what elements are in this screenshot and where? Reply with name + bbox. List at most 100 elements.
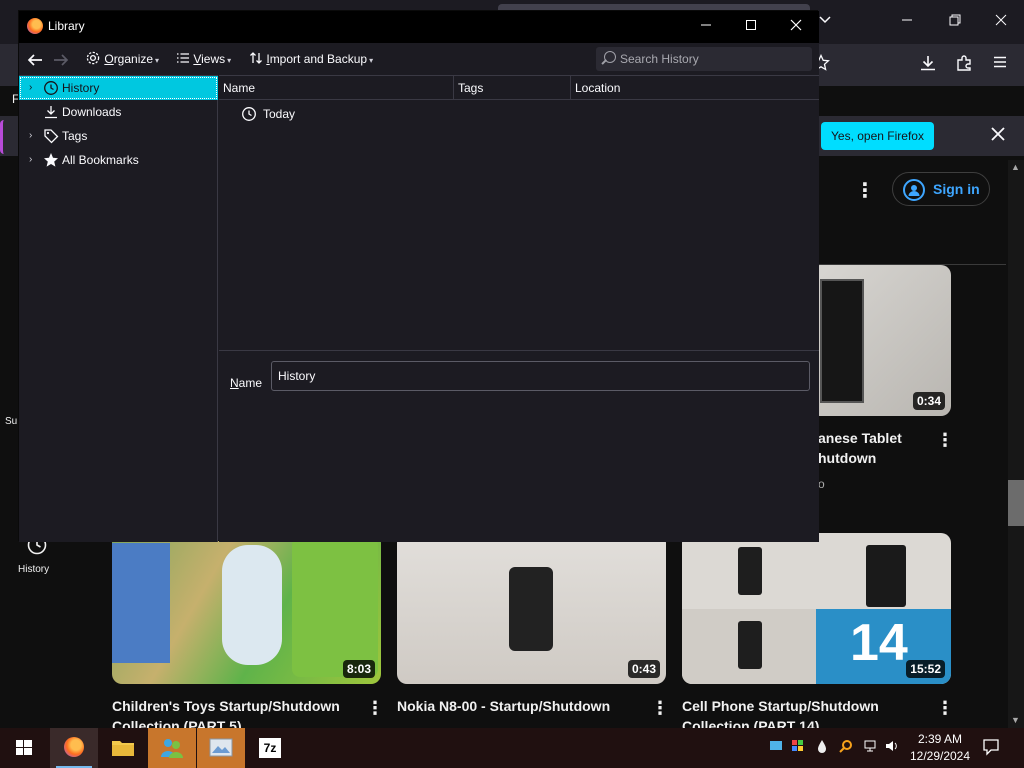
expand-twisty-icon[interactable]: › [29, 76, 32, 100]
taskbar-people-app[interactable] [148, 728, 196, 768]
video-thumbnail[interactable]: 0:34 [810, 265, 951, 416]
tree-item-history[interactable]: › History [19, 76, 218, 100]
clock-icon [44, 81, 58, 95]
tray-display-icon[interactable] [768, 739, 784, 755]
tree-item-all-bookmarks[interactable]: › All Bookmarks [19, 148, 218, 172]
download-icon [45, 106, 57, 119]
taskbar-firefox[interactable] [50, 728, 98, 768]
toy-box-image [112, 543, 170, 663]
scroll-down-arrow-icon[interactable]: ▼ [1011, 715, 1020, 725]
library-maximize-button[interactable] [728, 11, 774, 43]
firefox-restore-button[interactable] [932, 8, 978, 36]
back-button[interactable] [26, 49, 44, 75]
video-thumbnail[interactable]: 8:03 [112, 533, 381, 684]
toy-laptop-image [292, 537, 378, 677]
notification-close-icon[interactable] [990, 126, 1006, 146]
video-duration: 15:52 [906, 660, 945, 678]
column-header-location[interactable]: Location [571, 76, 819, 100]
tab-list-chevron-icon[interactable] [818, 12, 836, 30]
downloads-icon[interactable] [916, 54, 940, 76]
sidebar-history-label: History [18, 564, 50, 575]
hamburger-menu-icon[interactable] [988, 54, 1012, 76]
sidebar-subscriptions-partial[interactable]: Su [5, 416, 17, 427]
forward-button[interactable] [52, 49, 70, 75]
video-title-line: Nokia N8-00 - Startup/Shutdown [397, 698, 611, 714]
yes-open-firefox-button[interactable]: Yes, open Firefox [821, 122, 934, 150]
column-header-name[interactable]: Name [219, 76, 454, 100]
firefox-icon [64, 737, 84, 757]
chevron-down-icon: ▾ [155, 56, 160, 65]
column-header-tags[interactable]: Tags [454, 76, 571, 100]
name-field[interactable] [271, 361, 810, 391]
tray-network-icon[interactable] [862, 739, 878, 755]
gear-icon [86, 51, 100, 65]
firefox-minimize-button[interactable] [884, 8, 930, 36]
organize-menu-button[interactable]: Organize ▾ [85, 49, 159, 71]
firefox-logo-icon [27, 18, 43, 34]
video-thumbnail[interactable]: 0:43 [397, 533, 666, 684]
start-button[interactable] [0, 728, 48, 768]
search-history-box[interactable] [596, 47, 812, 71]
expand-twisty-icon[interactable]: › [29, 124, 32, 148]
video-title[interactable]: Nokia N8-00 - Startup/Shutdown [397, 696, 647, 716]
library-title: Library [48, 19, 85, 33]
phone-image [866, 545, 906, 607]
views-accesskey: V [193, 52, 202, 66]
import-backup-menu-button[interactable]: Import and Backup ▾ [249, 49, 373, 71]
firefox-close-button[interactable] [978, 8, 1024, 36]
clock-time: 2:39 AM [917, 732, 963, 746]
library-close-button[interactable] [773, 11, 819, 43]
phone-image [738, 547, 762, 595]
tray-shield-icon[interactable] [790, 739, 806, 755]
video-menu-icon[interactable]: ⋮ [651, 698, 669, 719]
tray-search-icon[interactable] [838, 739, 854, 755]
library-title-bar[interactable]: Library [19, 11, 819, 43]
history-list[interactable]: Name Tags Location Today [219, 75, 819, 360]
tray-volume-icon[interactable] [884, 739, 900, 755]
search-history-input[interactable] [620, 49, 806, 69]
tree-item-downloads[interactable]: Downloads [19, 100, 218, 124]
list-view-icon [177, 53, 189, 63]
video-menu-icon[interactable]: ⋮ [366, 698, 384, 719]
library-window: Library Organize ▾ Views ▾ Import and Ba… [18, 10, 819, 542]
taskbar-clock[interactable]: 2:39 AM 12/29/2024 [904, 731, 976, 765]
video-meta: o [818, 477, 825, 491]
video-title-line: hutdown [818, 450, 877, 466]
tree-item-tags[interactable]: › Tags [19, 124, 218, 148]
library-minimize-button[interactable] [683, 11, 729, 43]
video-thumbnail[interactable]: 14 15:52 [682, 533, 951, 684]
scrollbar-thumb[interactable] [1008, 480, 1024, 526]
taskbar-image-viewer[interactable] [197, 728, 245, 768]
clock-icon [242, 107, 256, 121]
youtube-settings-menu-icon[interactable]: ⋮ [855, 178, 875, 203]
page-scrollbar[interactable] [1008, 160, 1024, 728]
video-title[interactable]: anese Tablet hutdown [818, 428, 938, 468]
video-menu-icon[interactable]: ⋮ [936, 430, 954, 451]
tray-drop-icon[interactable] [814, 739, 830, 755]
action-center-icon[interactable] [982, 738, 1000, 756]
chevron-down-icon: ▾ [369, 56, 374, 65]
video-menu-icon[interactable]: ⋮ [936, 698, 954, 719]
views-menu-button[interactable]: Views ▾ [176, 49, 231, 71]
video-duration: 8:03 [342, 660, 375, 678]
tag-icon [44, 129, 59, 144]
toy-phone-image [222, 545, 282, 665]
tree-item-label: History [62, 81, 100, 95]
part-number-overlay: 14 [850, 614, 908, 672]
file-explorer-icon [112, 741, 134, 756]
name-accesskey: N [230, 376, 239, 390]
sidebar-highlight [0, 120, 8, 154]
video-duration: 0:43 [627, 660, 660, 678]
organize-label: rganize [113, 52, 154, 66]
expand-twisty-icon[interactable]: › [29, 148, 32, 172]
video-title-line: anese Tablet [818, 430, 902, 446]
taskbar-7zip[interactable]: 7z [246, 728, 294, 768]
places-tree[interactable]: › History Downloads › Tags › All Bookmar… [19, 75, 218, 542]
taskbar-file-explorer[interactable] [99, 728, 147, 768]
scroll-up-arrow-icon[interactable]: ▲ [1011, 162, 1020, 172]
sign-in-button[interactable]: Sign in [892, 172, 990, 206]
windows-logo-icon [16, 740, 32, 755]
star-icon [44, 153, 58, 167]
clock-date: 12/29/2024 [909, 749, 971, 763]
extensions-icon[interactable] [952, 54, 976, 76]
